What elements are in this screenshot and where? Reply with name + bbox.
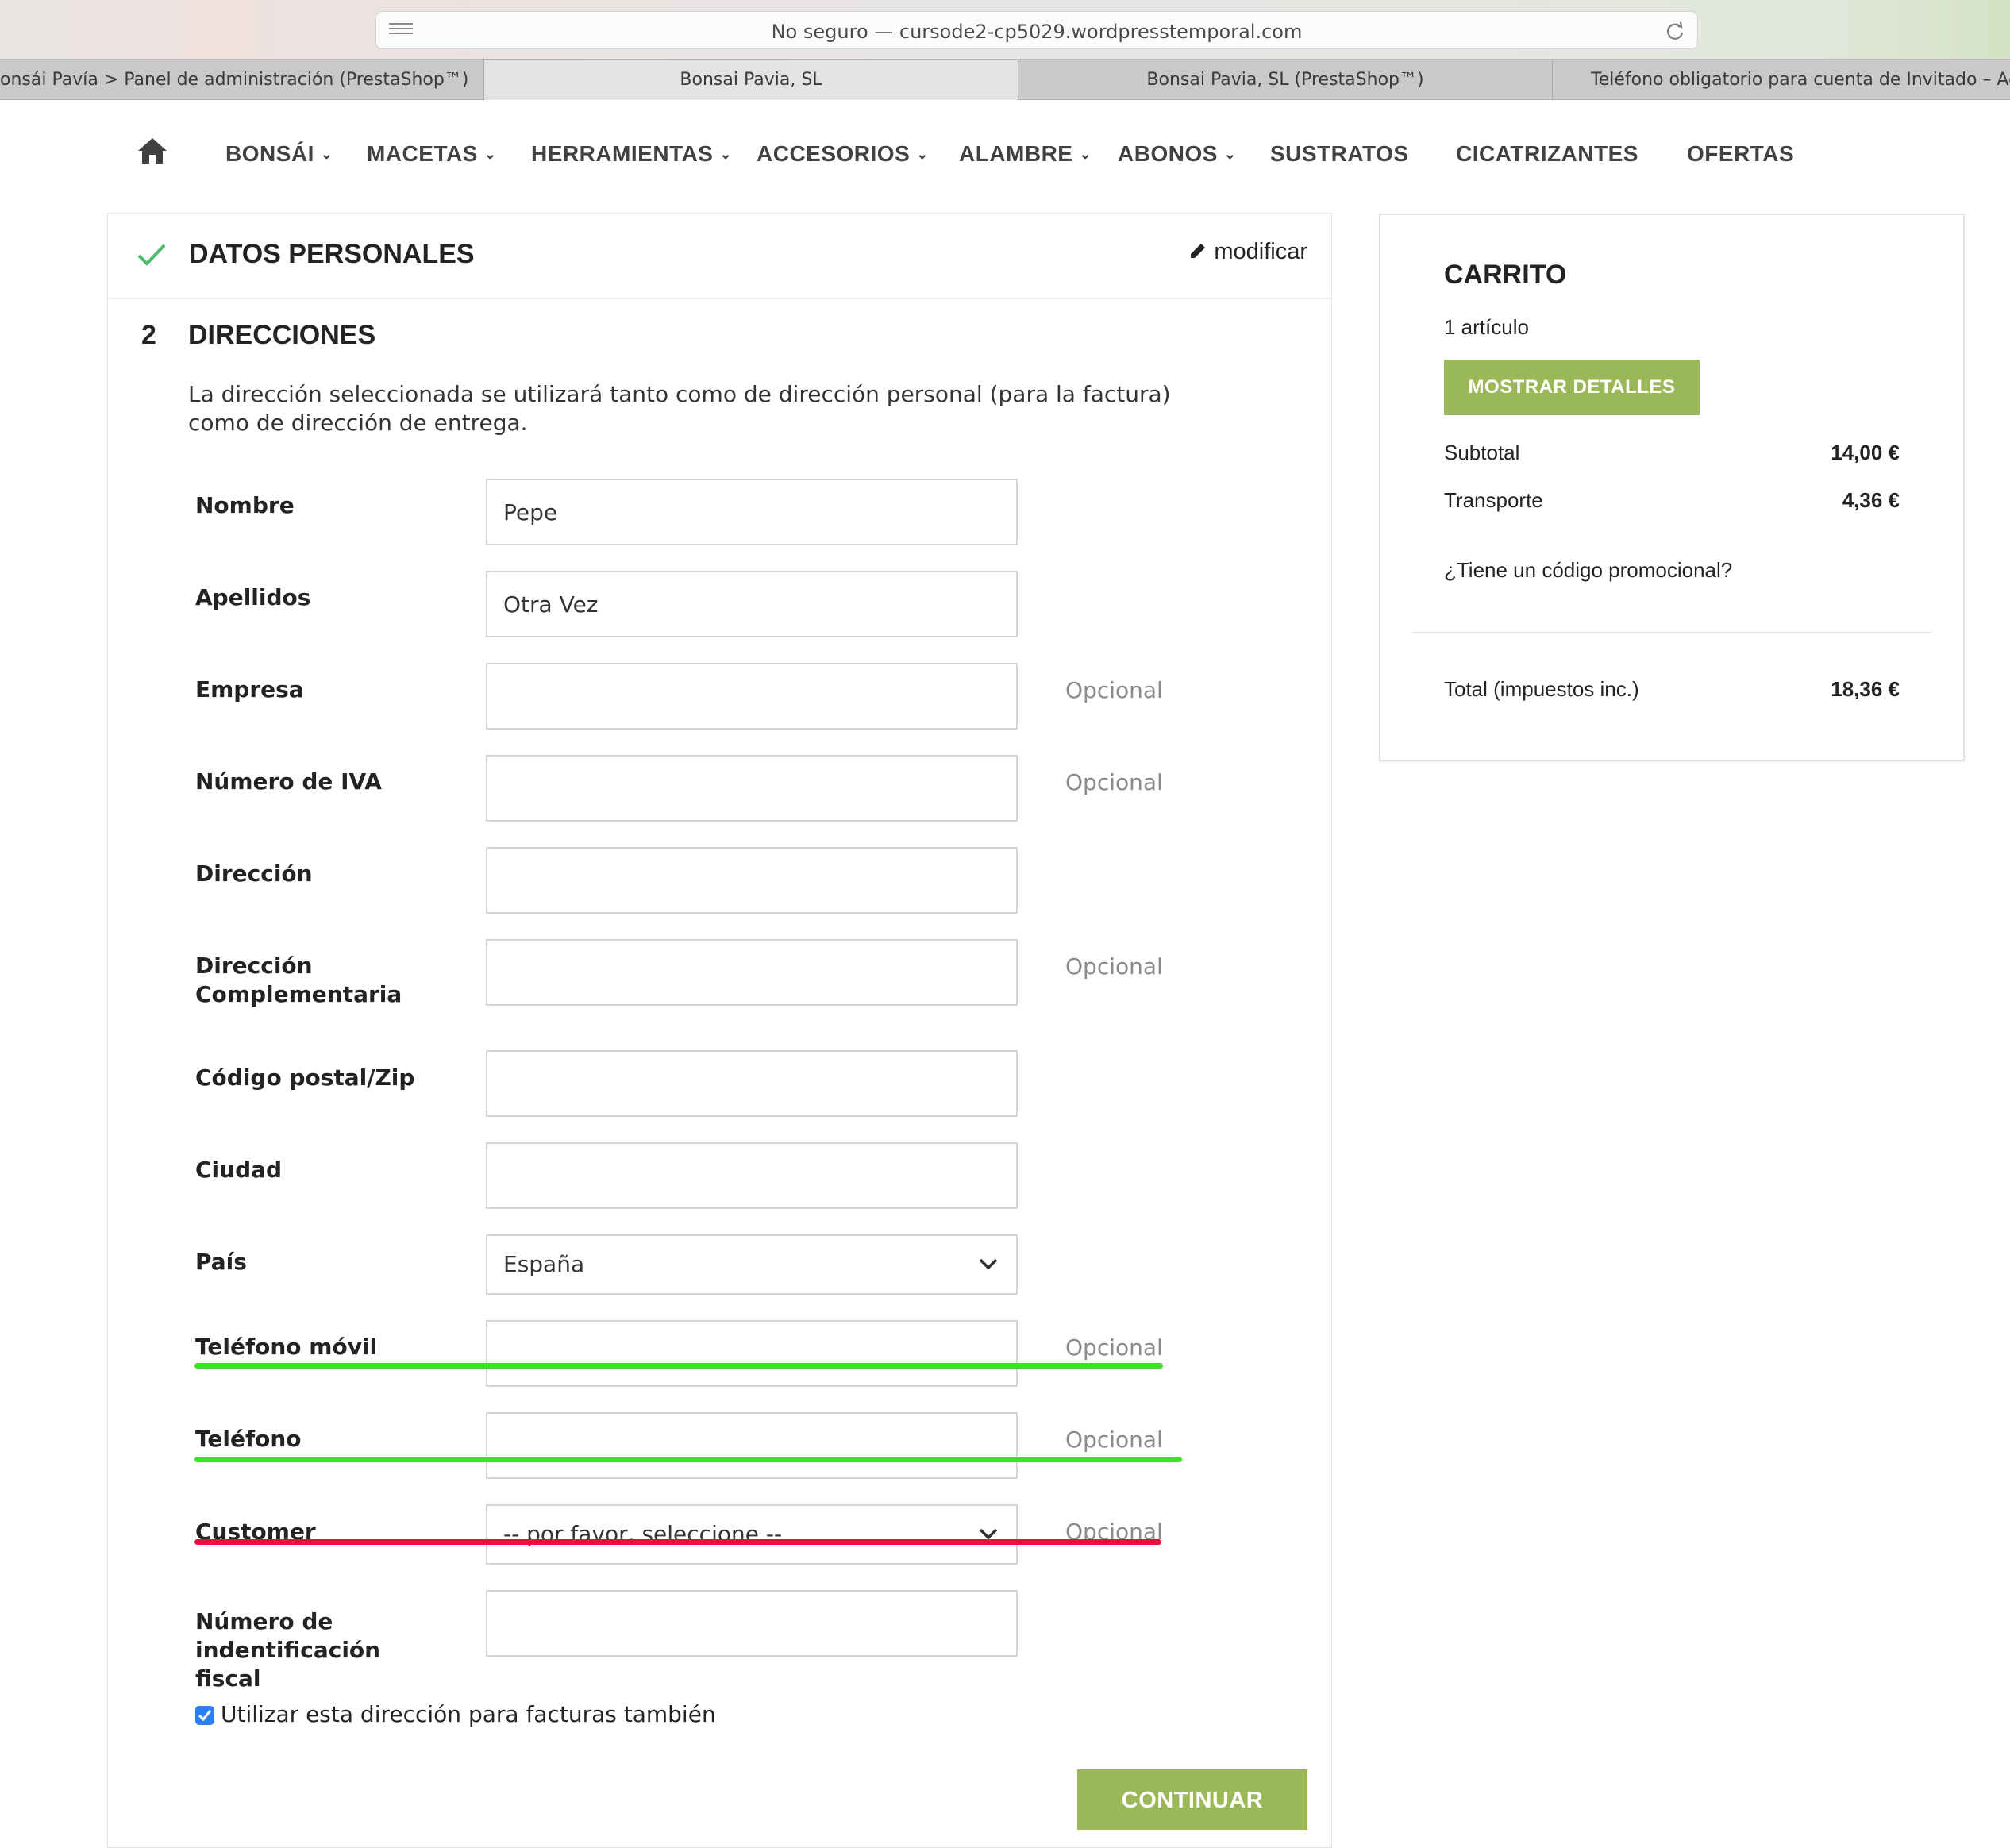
nombre-input[interactable]: [486, 479, 1018, 545]
tab-label: Teléfono obligatorio para cuenta de Invi…: [1591, 70, 2010, 90]
chevron-down-icon: ⌄: [1079, 146, 1092, 162]
direccion-complementaria-input[interactable]: [486, 939, 1018, 1006]
apellidos-input[interactable]: [486, 571, 1018, 637]
total-value: 18,36 €: [1831, 677, 1900, 701]
chevron-down-icon: ⌄: [916, 146, 929, 162]
nav-item-macetas[interactable]: MACETAS ⌄: [367, 141, 496, 167]
cart-summary: CARRITO 1 artículo MOSTRAR DETALLES Subt…: [1379, 214, 1965, 761]
red-strikethrough-line: [194, 1539, 1161, 1545]
customer-select[interactable]: -- por favor, seleccione --: [486, 1504, 1018, 1565]
label-ciudad: Ciudad: [195, 1157, 283, 1183]
tab-label: Bonsai Pavia, SL: [680, 70, 822, 90]
home-icon[interactable]: [137, 137, 168, 165]
optional-hint: Opcional: [1065, 769, 1163, 795]
url-text: No seguro — cursode2-cp5029.wordpresstem…: [771, 21, 1303, 43]
optional-hint: Opcional: [1065, 1334, 1163, 1361]
continue-button[interactable]: CONTINUAR: [1077, 1769, 1307, 1830]
chevron-down-icon: ⌄: [719, 146, 733, 162]
green-highlight-line: [194, 1457, 1182, 1462]
optional-hint: Opcional: [1065, 953, 1163, 980]
label-telefono: Teléfono: [195, 1426, 302, 1452]
tab-telefono-obligatorio[interactable]: Teléfono obligatorio para cuenta de Invi…: [1553, 60, 2010, 100]
label-direccion-complementaria: Dirección Complementaria: [195, 953, 402, 1007]
cart-item-count: 1 artículo: [1444, 315, 1529, 339]
divider: [1412, 632, 1931, 633]
chevron-down-icon: ⌄: [483, 146, 497, 162]
tab-bonsai-pavia[interactable]: Bonsai Pavia, SL: [484, 60, 1018, 100]
cart-title: CARRITO: [1444, 260, 1567, 290]
label-nombre: Nombre: [195, 492, 295, 518]
pais-select-value: España: [503, 1251, 585, 1277]
addresses-intro-text: La dirección seleccionada se utilizará t…: [188, 381, 1171, 436]
nav-item-cicatrizantes[interactable]: CICATRIZANTES: [1456, 141, 1638, 167]
nav-item-alambre[interactable]: ALAMBRE ⌄: [959, 141, 1092, 167]
subtotal-value: 14,00 €: [1831, 441, 1900, 464]
label-empresa: Empresa: [195, 676, 304, 703]
promo-code-link[interactable]: ¿Tiene un código promocional?: [1444, 558, 1732, 583]
label-telefono-movil: Teléfono móvil: [195, 1334, 378, 1360]
tab-bar: onsái Pavía > Panel de administración (P…: [0, 59, 2010, 100]
label-direccion: Dirección: [195, 860, 313, 887]
nav-item-sustratos[interactable]: SUSTRATOS: [1270, 141, 1409, 167]
direccion-input[interactable]: [486, 847, 1018, 914]
pencil-icon: [1191, 244, 1206, 258]
tab-prestashop[interactable]: Bonsai Pavia, SL (PrestaShop™): [1018, 60, 1553, 100]
optional-hint: Opcional: [1065, 1426, 1163, 1453]
step-personal-data[interactable]: DATOS PERSONALES modificar: [108, 214, 1331, 299]
step-addresses-title: DIRECCIONES: [188, 320, 376, 350]
address-bar[interactable]: No seguro — cursode2-cp5029.wordpresstem…: [375, 11, 1698, 49]
total-label: Total (impuestos inc.): [1444, 677, 1639, 701]
nav-item-abonos[interactable]: ABONOS ⌄: [1118, 141, 1237, 167]
optional-hint: Opcional: [1065, 677, 1163, 703]
codigo-postal-input[interactable]: [486, 1050, 1018, 1117]
shipping-value: 4,36 €: [1842, 488, 1900, 512]
nav-item-accesorios[interactable]: ACCESORIOS ⌄: [757, 141, 929, 167]
nav-item-bonsai[interactable]: BONSÁI ⌄: [225, 141, 333, 167]
tab-label: Bonsai Pavia, SL (PrestaShop™): [1146, 70, 1424, 90]
nav-item-ofertas[interactable]: OFERTAS: [1687, 141, 1794, 167]
subtotal-label: Subtotal: [1444, 441, 1520, 464]
ciudad-input[interactable]: [486, 1142, 1018, 1209]
main-nav: BONSÁI ⌄ MACETAS ⌄ HERRAMIENTAS ⌄ ACCESORIO…: [0, 100, 2010, 208]
empresa-input[interactable]: [486, 663, 1018, 730]
browser-toolbar: No seguro — cursode2-cp5029.wordpresstem…: [0, 0, 2010, 59]
shipping-label: Transporte: [1444, 488, 1543, 512]
show-details-button[interactable]: MOSTRAR DETALLES: [1444, 360, 1700, 415]
step-number: 2: [141, 320, 156, 350]
step-personal-data-title: DATOS PERSONALES: [189, 239, 475, 269]
chevron-down-icon: [979, 1258, 998, 1270]
label-nif: Número de indentificación fiscal: [195, 1608, 381, 1692]
telefono-input[interactable]: [486, 1412, 1018, 1479]
nav-item-herramientas[interactable]: HERRAMIENTAS ⌄: [531, 141, 732, 167]
label-iva: Número de IVA: [195, 768, 382, 795]
green-highlight-line: [194, 1363, 1163, 1369]
iva-input[interactable]: [486, 755, 1018, 822]
use-for-invoice-checkbox[interactable]: [195, 1706, 214, 1725]
reload-icon[interactable]: [1664, 20, 1686, 42]
nif-input[interactable]: [486, 1590, 1018, 1657]
check-icon: [137, 244, 166, 266]
label-apellidos: Apellidos: [195, 584, 311, 610]
use-for-invoice-label[interactable]: Utilizar esta dirección para facturas ta…: [221, 1701, 716, 1727]
label-pais: País: [195, 1249, 247, 1275]
tab-admin[interactable]: onsái Pavía > Panel de administración (P…: [0, 60, 484, 100]
tab-label: onsái Pavía > Panel de administración (P…: [0, 70, 469, 90]
chevron-down-icon: ⌄: [320, 146, 333, 162]
telefono-movil-input[interactable]: [486, 1320, 1018, 1387]
pais-select[interactable]: España: [486, 1234, 1018, 1295]
edit-personal-data-link[interactable]: modificar: [1188, 239, 1307, 265]
chevron-down-icon: ⌄: [1223, 146, 1237, 162]
edit-label: modificar: [1214, 239, 1307, 264]
label-codigo-postal: Código postal/Zip: [195, 1065, 415, 1091]
checkout-panel: DATOS PERSONALES modificar 2 DIRECCIONES…: [107, 213, 1332, 1848]
